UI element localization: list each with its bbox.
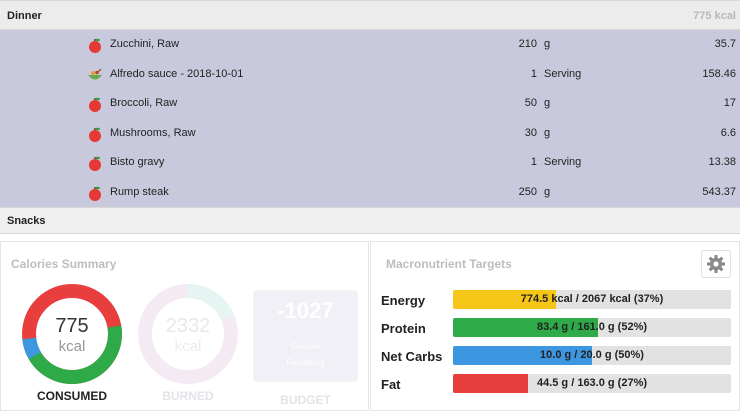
food-calories: 35.7 — [714, 38, 736, 50]
food-calories: 13.38 — [708, 156, 736, 168]
food-unit: g — [544, 97, 551, 109]
macro-targets-title: Macronutrient Targets — [386, 257, 512, 271]
food-row[interactable]: Broccoli, Raw 50 g 17 — [0, 89, 740, 119]
food-qty: 30 — [524, 126, 537, 139]
food-qty: 250 — [518, 185, 537, 198]
burned-label: BURNED — [162, 389, 214, 403]
macro-label-fat: Fat — [381, 377, 401, 392]
macro-targets-panel: Macronutrient Targets Energy 774.5 kcal … — [370, 241, 740, 411]
food-name: Zucchini, Raw — [110, 38, 180, 50]
food-calories: 158.46 — [702, 67, 736, 80]
food-calories: 17 — [723, 97, 736, 109]
consumed-value: 775 — [55, 315, 89, 337]
bowl-icon — [88, 68, 102, 79]
food-unit: g — [544, 185, 551, 198]
gear-icon — [707, 255, 725, 273]
dinner-title: Dinner — [7, 10, 42, 22]
food-name: Rump steak — [110, 185, 169, 198]
calories-summary-panel: Calories Summary 775 kcal CONSUMED 2332 … — [0, 241, 369, 411]
budget-line-1: Calories — [290, 342, 321, 351]
dinner-items: Zucchini, Raw 210 g 35.7 Alfredo sauce -… — [0, 30, 740, 207]
budget-line-2: Remaining — [286, 358, 325, 367]
food-qty: 210 — [518, 38, 537, 50]
macro-bar-text: 44.5 g / 163.0 g (27%) — [536, 377, 648, 389]
settings-button[interactable] — [701, 250, 731, 278]
apple-icon — [89, 156, 101, 171]
food-name: Mushrooms, Raw — [110, 126, 196, 139]
food-row[interactable]: Zucchini, Raw 210 g 35.7 — [0, 30, 740, 60]
food-qty: 1 — [530, 67, 537, 80]
food-unit: Serving — [544, 156, 582, 168]
food-row[interactable]: Rump steak 250 g 543.37 — [0, 178, 740, 208]
food-name: Alfredo sauce - 2018-10-01 — [110, 67, 244, 80]
apple-icon — [89, 127, 101, 142]
consumed-unit: kcal — [58, 338, 86, 355]
burned-value: 2332 — [165, 315, 211, 337]
macro-bar-text: 774.5 kcal / 2067 kcal (37%) — [520, 293, 664, 305]
snacks-header[interactable]: Snacks — [0, 207, 740, 234]
macro-bar-protein: 83.4 g / 161.0 g (52%) — [453, 318, 731, 337]
food-calories: 6.6 — [720, 126, 736, 139]
apple-icon — [89, 38, 101, 53]
food-calories: 543.37 — [702, 185, 736, 198]
macro-bar-energy: 774.5 kcal / 2067 kcal (37%) — [453, 290, 731, 309]
food-row[interactable]: Alfredo sauce - 2018-10-01 1 Serving 158… — [0, 60, 740, 90]
macro-bar-text: 10.0 g / 20.0 g (50%) — [540, 349, 644, 361]
calories-summary-title: Calories Summary — [11, 257, 117, 271]
apple-icon — [89, 186, 101, 201]
macro-label-protein: Protein — [381, 321, 426, 336]
food-row[interactable]: Bisto gravy 1 Serving 13.38 — [0, 148, 740, 178]
macro-label-net-carbs: Net Carbs — [381, 349, 443, 364]
food-name: Broccoli, Raw — [110, 97, 178, 109]
budget-box: -1027 Calories Remaining — [253, 290, 358, 382]
budget-value: -1027 — [277, 298, 334, 323]
dinner-kcal: 775 kcal — [693, 10, 736, 22]
apple-icon — [89, 97, 101, 112]
food-unit: g — [544, 126, 551, 139]
burned-ring: 2332 kcal — [137, 283, 239, 385]
food-qty: 1 — [530, 156, 537, 168]
food-row[interactable]: Mushrooms, Raw 30 g 6.6 — [0, 119, 740, 149]
macro-bar-fat: 44.5 g / 163.0 g (27%) — [453, 374, 731, 393]
snacks-title: Snacks — [7, 215, 46, 227]
macro-bar-net-carbs: 10.0 g / 20.0 g (50%) — [453, 346, 731, 365]
consumed-label: CONSUMED — [36, 389, 107, 403]
burned-unit: kcal — [174, 338, 202, 355]
macro-bar-text: 83.4 g / 161.0 g (52%) — [536, 321, 648, 333]
food-name: Bisto gravy — [110, 156, 165, 168]
food-qty: 50 — [524, 97, 537, 109]
food-unit: g — [544, 38, 551, 50]
dinner-header[interactable]: Dinner 775 kcal — [0, 0, 740, 30]
macro-label-energy: Energy — [381, 293, 426, 308]
food-unit: Serving — [544, 67, 582, 80]
consumed-ring: 775 kcal — [21, 283, 123, 385]
